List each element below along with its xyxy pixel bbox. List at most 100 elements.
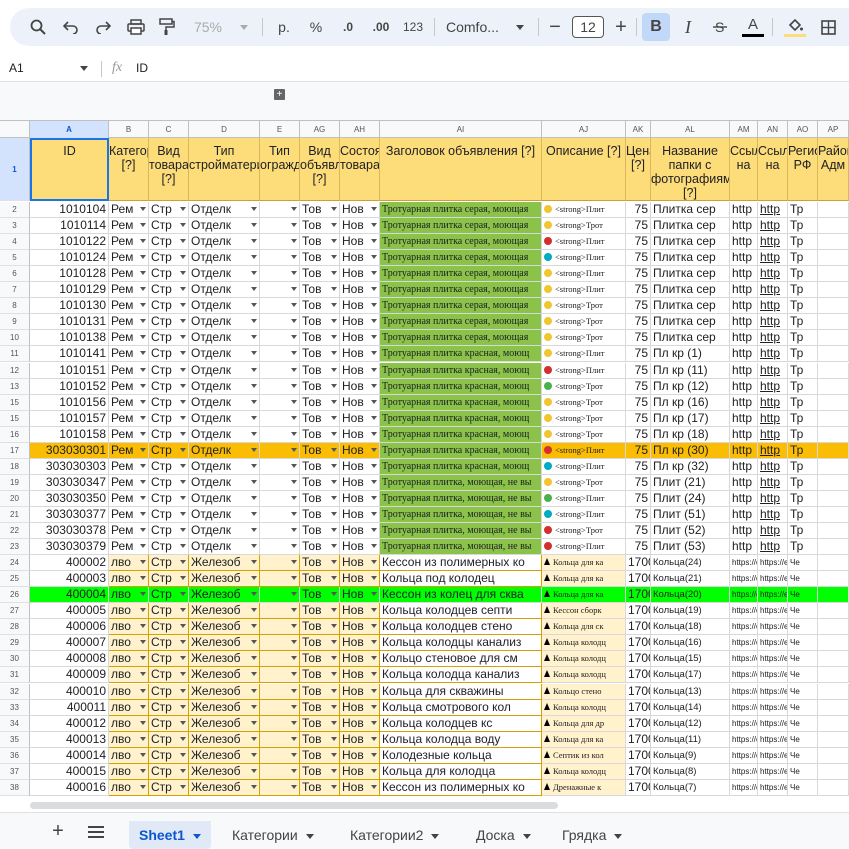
cell-ai[interactable]: Тротуарная плитка красная, моющ xyxy=(380,426,542,443)
cell-ag[interactable]: Тов xyxy=(300,539,340,556)
cell-al[interactable]: Пл кр (16) xyxy=(651,394,730,411)
chevron-down-icon[interactable] xyxy=(291,528,297,532)
cell-b[interactable]: Рем xyxy=(109,539,149,556)
cell-c[interactable]: Стр xyxy=(149,282,189,299)
cell-b[interactable]: Рем xyxy=(109,266,149,283)
cell-ai[interactable]: Кольца смотрового кол xyxy=(380,699,542,716)
cell-ak[interactable]: 75 xyxy=(626,458,651,475)
cell-am[interactable]: http xyxy=(730,426,758,443)
cell-d[interactable]: Отделк xyxy=(189,442,260,459)
cell-ao[interactable]: Че xyxy=(788,683,818,700)
chevron-down-icon[interactable] xyxy=(614,833,623,839)
column-header-a[interactable]: A xyxy=(30,121,109,138)
cell-c[interactable]: Стр xyxy=(149,490,189,507)
cell-al[interactable]: Кольца(24) xyxy=(651,555,730,572)
cell-am[interactable]: https://elmi xyxy=(730,587,758,604)
cell-b[interactable]: Рем xyxy=(109,474,149,491)
cell-am[interactable]: https://elmi xyxy=(730,571,758,588)
row-header[interactable]: 37 xyxy=(0,763,30,780)
cell-an[interactable]: http xyxy=(758,218,788,235)
chevron-down-icon[interactable] xyxy=(251,688,257,693)
chevron-down-icon[interactable] xyxy=(291,415,297,420)
cell-aj[interactable]: Кольца колодц xyxy=(542,667,626,684)
chevron-down-icon[interactable] xyxy=(180,592,186,597)
cell-d[interactable]: Железоб xyxy=(189,699,260,716)
cell-al[interactable]: Плитка сер xyxy=(651,202,730,219)
cell-an[interactable]: http xyxy=(758,474,788,491)
header-cell-ai[interactable]: Заголовок объявления [?] xyxy=(380,138,542,201)
cell-b[interactable]: Рем xyxy=(109,362,149,379)
cell-e[interactable] xyxy=(260,747,300,764)
cell-ah[interactable]: Нов xyxy=(340,410,380,427)
cell-ah[interactable]: Нов xyxy=(340,202,380,219)
cell-an[interactable]: http xyxy=(758,490,788,507)
cell-al[interactable]: Плитка сер xyxy=(651,282,730,299)
column-header-ag[interactable]: AG xyxy=(300,121,340,138)
cell-aj[interactable]: <strong>Плит xyxy=(542,442,626,459)
undo-icon[interactable] xyxy=(59,8,83,46)
cell-ak[interactable]: 75 xyxy=(626,474,651,491)
cell-am[interactable]: http xyxy=(730,490,758,507)
chevron-down-icon[interactable] xyxy=(291,335,297,340)
chevron-down-icon[interactable] xyxy=(180,672,186,677)
chevron-down-icon[interactable] xyxy=(371,528,377,532)
chevron-down-icon[interactable] xyxy=(371,239,377,244)
chevron-down-icon[interactable] xyxy=(140,431,146,436)
chevron-down-icon[interactable] xyxy=(140,736,146,741)
cell-al[interactable]: Плит (51) xyxy=(651,506,730,523)
cell-al[interactable]: Кольца(8) xyxy=(651,763,730,780)
cell-e[interactable] xyxy=(260,234,300,251)
chevron-down-icon[interactable] xyxy=(331,223,337,228)
cell-ag[interactable]: Тов xyxy=(300,587,340,604)
cell-d[interactable]: Железоб xyxy=(189,747,260,764)
cell-ag[interactable]: Тов xyxy=(300,635,340,652)
font-family-select[interactable]: Comfo... xyxy=(446,8,508,46)
column-header-ai[interactable]: AI xyxy=(380,121,542,138)
chevron-down-icon[interactable] xyxy=(140,624,146,629)
cell-e[interactable] xyxy=(260,683,300,700)
cell-ag[interactable]: Тов xyxy=(300,394,340,411)
cell-am[interactable]: http xyxy=(730,314,758,331)
cell-a[interactable]: 1010158 xyxy=(30,426,109,443)
cell-an[interactable]: http xyxy=(758,266,788,283)
cell-an[interactable]: https://elmi xyxy=(758,699,788,716)
cell-aj[interactable]: Кольца колодц xyxy=(542,699,626,716)
row-header[interactable]: 26 xyxy=(0,587,30,604)
cell-am[interactable]: http xyxy=(730,250,758,267)
row-header[interactable]: 4 xyxy=(0,234,30,251)
cell-ag[interactable]: Тов xyxy=(300,506,340,523)
cell-al[interactable]: Кольца(12) xyxy=(651,715,730,732)
cell-aj[interactable]: <strong>Трот xyxy=(542,426,626,443)
header-cell-al[interactable]: Название папки с фотографиями [?] xyxy=(651,138,730,201)
cell-aj[interactable]: <strong>Плит xyxy=(542,539,626,556)
chevron-down-icon[interactable] xyxy=(251,239,257,244)
chevron-down-icon[interactable] xyxy=(331,287,337,292)
cell-an[interactable]: http xyxy=(758,202,788,219)
cell-ai[interactable]: Кессон из полимерных ко xyxy=(380,779,542,796)
chevron-down-icon[interactable] xyxy=(140,608,146,613)
cell-e[interactable] xyxy=(260,603,300,620)
cell-e[interactable] xyxy=(260,250,300,267)
cell-ai[interactable]: Кольца колодцев кс xyxy=(380,715,542,732)
cell-al[interactable]: Плитка сер xyxy=(651,330,730,347)
chevron-down-icon[interactable] xyxy=(291,544,297,549)
chevron-down-icon[interactable] xyxy=(251,383,257,388)
cell-ak[interactable]: 1700 xyxy=(626,587,651,604)
cell-d[interactable]: Отделк xyxy=(189,378,260,395)
cell-ai[interactable]: Тротуарная плитка серая, моющая xyxy=(380,266,542,283)
chevron-down-icon[interactable] xyxy=(331,768,337,773)
cell-e[interactable] xyxy=(260,731,300,748)
cell-al[interactable]: Кольца(13) xyxy=(651,683,730,700)
row-header[interactable]: 10 xyxy=(0,330,30,347)
chevron-down-icon[interactable] xyxy=(251,463,257,468)
cell-ag[interactable]: Тов xyxy=(300,747,340,764)
cell-am[interactable]: http xyxy=(730,218,758,235)
cell-al[interactable]: Кольца(15) xyxy=(651,651,730,668)
chevron-down-icon[interactable] xyxy=(140,784,146,789)
cell-d[interactable]: Железоб xyxy=(189,779,260,796)
chevron-down-icon[interactable] xyxy=(331,704,337,709)
chevron-down-icon[interactable] xyxy=(251,528,257,532)
cell-b[interactable]: Рем xyxy=(109,458,149,475)
cell-aj[interactable]: <strong>Плит xyxy=(542,250,626,267)
cell-d[interactable]: Отделк xyxy=(189,202,260,219)
